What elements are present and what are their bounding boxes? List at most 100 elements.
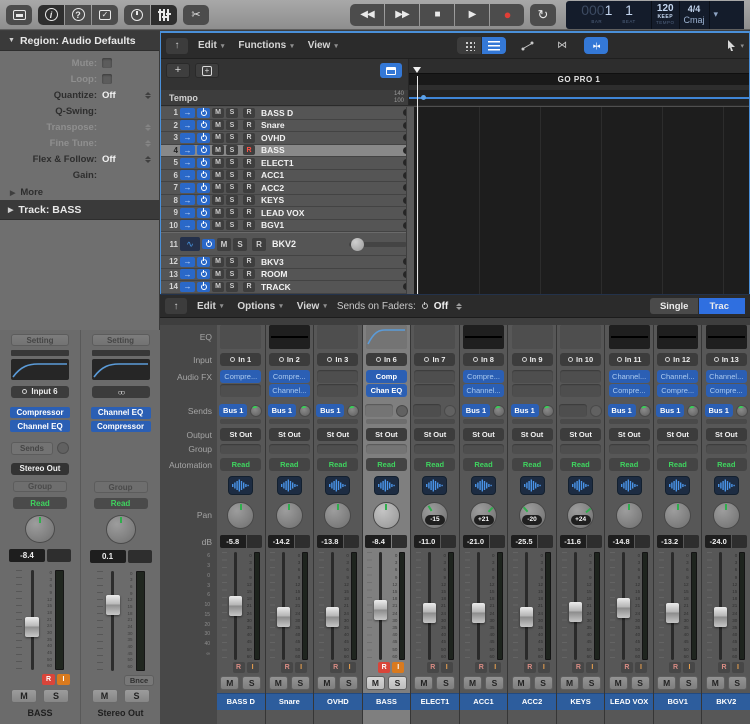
output-slot[interactable]: St Out bbox=[560, 428, 601, 441]
record-enable-button[interactable]: R bbox=[243, 257, 255, 267]
fader-cap[interactable] bbox=[106, 595, 120, 615]
track-waveform-icon[interactable] bbox=[617, 476, 642, 495]
back-button[interactable]: ↑ bbox=[166, 38, 188, 54]
track-on-button[interactable] bbox=[197, 133, 210, 143]
track-row[interactable]: 3 → M S R OVHD bbox=[161, 132, 414, 145]
empty-send-slot[interactable] bbox=[512, 419, 553, 424]
record-enable-button[interactable]: R bbox=[252, 238, 266, 251]
output-slot[interactable]: St Out bbox=[512, 428, 553, 441]
automation-mode-button[interactable]: Read bbox=[414, 458, 455, 471]
record-enable-button[interactable]: R bbox=[243, 158, 255, 168]
send-level-knob[interactable] bbox=[493, 405, 505, 417]
tempo-automation-lane[interactable] bbox=[409, 90, 749, 105]
record-enable-button[interactable]: R bbox=[243, 220, 255, 230]
track-list-scrollbar[interactable] bbox=[406, 107, 414, 294]
fader-cap[interactable] bbox=[326, 607, 339, 627]
automation-mode-button[interactable]: Read bbox=[317, 458, 358, 471]
send-level-knob[interactable] bbox=[590, 405, 602, 417]
audio-fx-slot[interactable] bbox=[317, 384, 358, 397]
eq-thumbnail[interactable] bbox=[463, 325, 504, 349]
output-slot[interactable]: St Out bbox=[706, 428, 747, 441]
eq-thumbnail[interactable] bbox=[317, 325, 358, 349]
input-monitor-button[interactable]: I bbox=[295, 662, 307, 673]
send-level-knob[interactable] bbox=[299, 405, 311, 417]
output-slot[interactable]: St Out bbox=[220, 428, 261, 441]
solo-button[interactable]: S bbox=[226, 133, 238, 143]
mute-button[interactable]: M bbox=[11, 689, 37, 703]
solo-button[interactable]: S bbox=[226, 208, 238, 218]
audio-fx-slot[interactable] bbox=[220, 384, 261, 397]
input-monitor-button[interactable]: I bbox=[489, 662, 501, 673]
duplicate-track-button[interactable]: + bbox=[195, 63, 219, 78]
mute-button[interactable]: M bbox=[212, 170, 224, 180]
audio-fx-slot[interactable] bbox=[560, 384, 601, 397]
mute-button[interactable]: M bbox=[212, 195, 224, 205]
pan-knob[interactable] bbox=[664, 502, 691, 529]
audio-fx-slot[interactable]: Chan EQ bbox=[366, 384, 407, 397]
input-slot[interactable]: In 11 bbox=[609, 353, 650, 366]
send-level-knob[interactable] bbox=[347, 405, 359, 417]
record-button[interactable]: ● bbox=[490, 4, 524, 26]
input-slot[interactable]: In 9 bbox=[512, 353, 553, 366]
menu-item[interactable]: Functions▾ bbox=[238, 40, 293, 51]
record-enable-button[interactable]: R bbox=[243, 108, 255, 118]
track-name[interactable]: KEYS bbox=[257, 195, 401, 205]
channel-name[interactable]: ELECT1 bbox=[411, 693, 459, 710]
stepper-icon[interactable] bbox=[143, 140, 153, 147]
track-waveform-icon[interactable] bbox=[568, 476, 593, 495]
audio-fx-slot[interactable] bbox=[317, 370, 358, 383]
group-slot[interactable] bbox=[220, 444, 261, 454]
track-on-button[interactable] bbox=[197, 120, 210, 130]
catch-playhead-button[interactable]: ▸|◂ bbox=[584, 37, 608, 54]
play-button[interactable]: ▶ bbox=[455, 4, 489, 26]
automation-mode-button[interactable]: Read bbox=[609, 458, 650, 471]
track-type-icon[interactable]: → bbox=[180, 183, 195, 193]
record-enable-button[interactable]: R bbox=[243, 195, 255, 205]
track-on-button[interactable] bbox=[197, 220, 210, 230]
volume-readout[interactable]: -25.5 bbox=[511, 535, 537, 548]
send-slot[interactable] bbox=[559, 404, 587, 417]
eq-thumbnail[interactable] bbox=[11, 359, 69, 380]
volume-readout[interactable]: -11.6 bbox=[560, 535, 586, 548]
parameter-value[interactable]: Off bbox=[102, 90, 143, 101]
solo-button[interactable]: S bbox=[679, 676, 698, 690]
mute-button[interactable]: M bbox=[609, 676, 628, 690]
stepper-icon[interactable] bbox=[143, 124, 153, 131]
volume-fader[interactable] bbox=[472, 552, 485, 660]
track-row[interactable]: 12 → M S R BKV3 bbox=[161, 256, 414, 269]
group-slot[interactable] bbox=[609, 444, 650, 454]
audio-fx-slot[interactable]: Compre... bbox=[269, 370, 310, 383]
send-slot[interactable] bbox=[413, 404, 441, 417]
track-row[interactable]: 4 → M S R BASS bbox=[161, 145, 414, 158]
stop-button[interactable]: ■ bbox=[420, 4, 454, 26]
input-slot[interactable]: In 8 bbox=[463, 353, 504, 366]
group-slot[interactable] bbox=[317, 444, 358, 454]
input-monitor-button[interactable]: I bbox=[586, 662, 598, 673]
record-enable-button[interactable]: R bbox=[572, 662, 584, 673]
track-name[interactable]: BKV2 bbox=[268, 239, 347, 249]
track-volume-slider[interactable] bbox=[349, 242, 407, 247]
lcd-tempo[interactable]: 120 KEEP TEMPO bbox=[652, 1, 680, 29]
track-row[interactable]: 6 → M S R ACC1 bbox=[161, 170, 414, 183]
audio-fx-slot[interactable]: Comp bbox=[366, 370, 407, 383]
parameter-checkbox[interactable] bbox=[102, 58, 112, 68]
input-monitor-button[interactable]: I bbox=[392, 662, 404, 673]
quick-help-button[interactable]: ? bbox=[65, 5, 91, 25]
group-slot[interactable] bbox=[657, 444, 698, 454]
mute-button[interactable]: M bbox=[212, 120, 224, 130]
audio-fx-slot[interactable]: Compre... bbox=[706, 384, 747, 397]
track-name[interactable]: BASS D bbox=[257, 108, 401, 118]
channel-name[interactable]: BGV1 bbox=[654, 693, 702, 710]
automation-mode-button[interactable]: Read bbox=[706, 458, 747, 471]
channel-name[interactable]: BASS bbox=[363, 693, 411, 710]
audio-fx-slot[interactable] bbox=[512, 370, 553, 383]
tempo-automation-node[interactable] bbox=[421, 95, 426, 100]
solo-button[interactable]: S bbox=[124, 689, 150, 703]
fader-cap[interactable] bbox=[25, 617, 39, 637]
track-on-button[interactable] bbox=[197, 158, 210, 168]
library-button[interactable] bbox=[6, 5, 32, 25]
audio-fx-slot[interactable] bbox=[560, 370, 601, 383]
channel-name[interactable]: BASS bbox=[27, 708, 52, 718]
track-waveform-icon[interactable] bbox=[471, 476, 496, 495]
mute-button[interactable]: M bbox=[560, 676, 579, 690]
